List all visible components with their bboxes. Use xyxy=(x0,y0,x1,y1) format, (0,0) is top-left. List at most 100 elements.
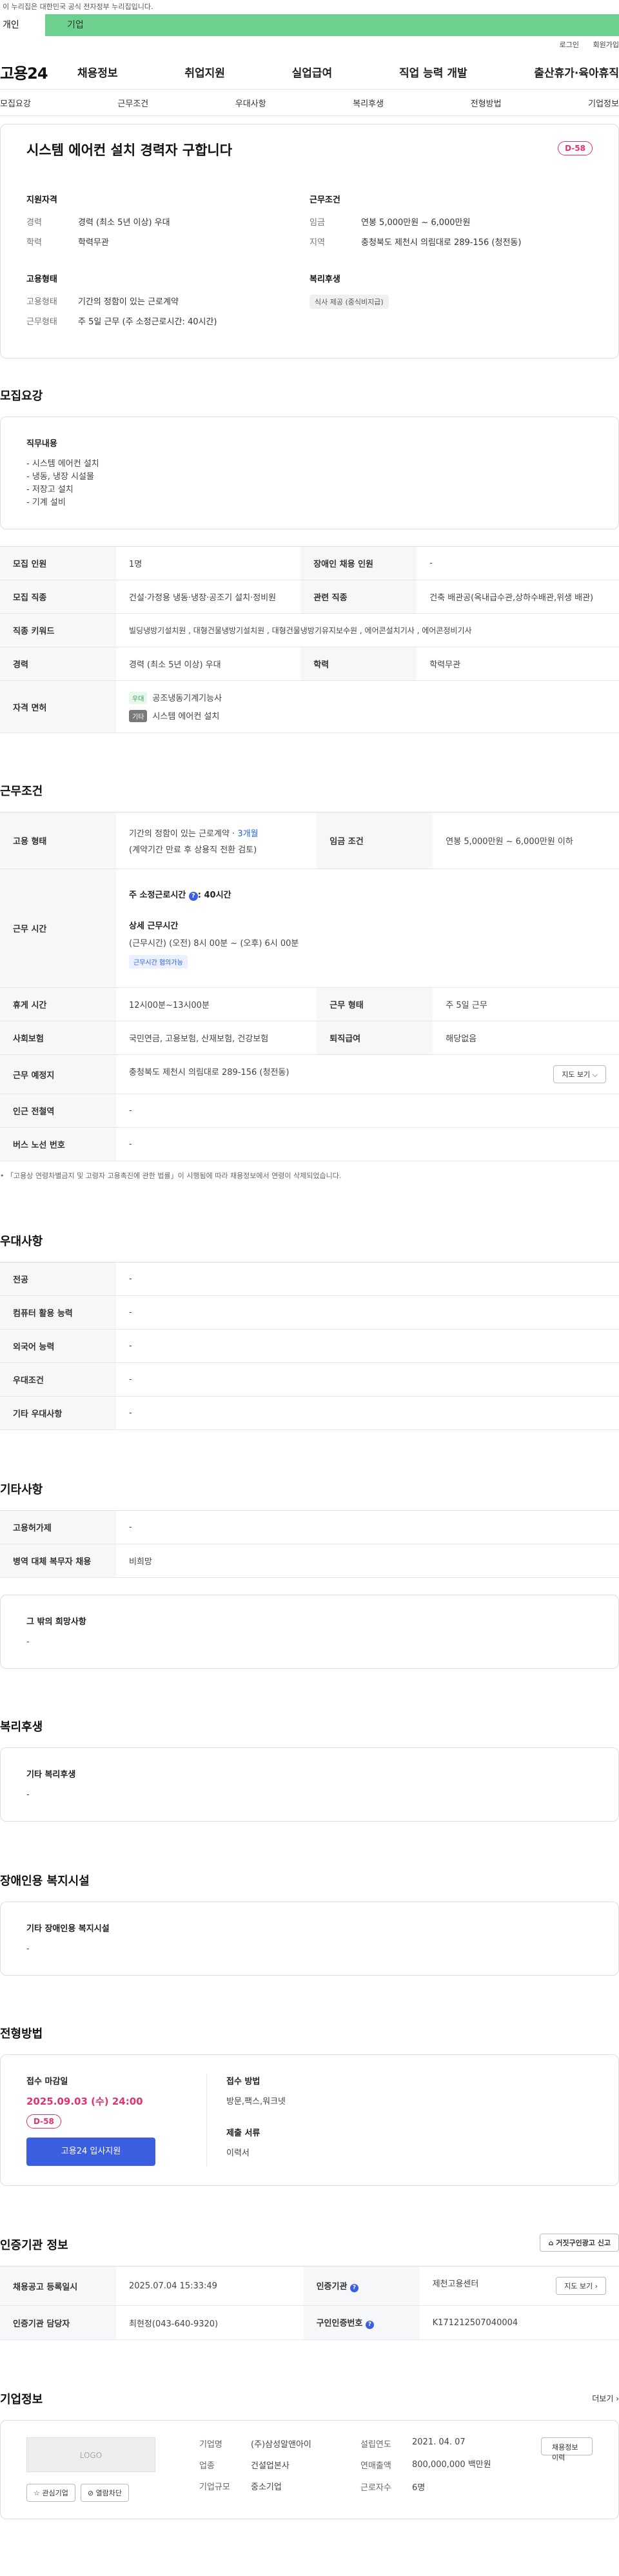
company-box: LOGO ☆ 관심기업 ⊘ 열람차단 기업명 (주)삼성알앤아이 업종 건설업본사 … xyxy=(0,2420,619,2519)
false-ad-report-button[interactable]: ⌂ 거짓구인광고 신고 xyxy=(540,2234,619,2252)
tab-selection[interactable]: 전형방법 xyxy=(471,97,502,109)
menu-item-training[interactable]: 직업 능력 개발 xyxy=(399,64,467,80)
info-label: 기업명 xyxy=(199,2440,222,2450)
cond-row: 지역 충청북도 제천시 의림대로 289-156 (청전동) xyxy=(310,235,593,248)
cell-label: 임금 조건 xyxy=(317,812,433,869)
more-link[interactable]: 더보기 › xyxy=(592,2393,619,2404)
table-row: 모집 인원 1명 장애인 채용 인원 - xyxy=(0,546,619,580)
duty-line: - 냉동, 냉장 시설물 xyxy=(26,472,94,482)
menu-item-jobs[interactable]: 채용정보 xyxy=(77,64,118,80)
cell-value: 건축 배관공(옥내급수관,상하수배관,위생 배관) xyxy=(417,580,619,614)
cell-label: 장애인 채용 인원 xyxy=(300,546,417,580)
work-address: 충청북도 제천시 의림대로 289-156 (청전동) xyxy=(129,1068,290,1077)
welfare-heading: 복리후생 xyxy=(0,1720,43,1734)
emp-note: (계약기간 만료 후 상용직 전환 검토) xyxy=(129,845,257,855)
cell-value: 12시00분~13시00분 xyxy=(116,987,317,1021)
menu-item-employment-support[interactable]: 취업지원 xyxy=(184,64,225,80)
cell-label: 인증기관 담당자 xyxy=(0,2305,116,2340)
cell-label: 경력 xyxy=(0,647,116,681)
user-type-tabs: 개인 기업 xyxy=(0,14,619,36)
table-row: 근무 시간 주 소정근로시간 ?: 40시간 상세 근무시간 (근무시간) (오… xyxy=(0,869,619,988)
deadline-date: 2025.09.03 (수) 24:00 xyxy=(26,2096,143,2107)
qualification-col: 지원자격 경력 경력 (최소 5년 이상) 우대 학력 학력무관 xyxy=(26,193,310,255)
company-title: 기업정보 xyxy=(0,2393,43,2406)
cell-value: 우대 공조냉동기계기능사 기타 시스템 에어컨 설치 xyxy=(116,680,619,733)
welfare-box: 기타 복리후생 - xyxy=(0,1747,619,1822)
cell-value: - xyxy=(116,1094,619,1128)
info-row: 업종 건설업본사 xyxy=(199,2459,335,2471)
cell-label: 자격 면허 xyxy=(0,680,116,733)
disability-box-heading: 기타 장애인용 복지시설 xyxy=(26,1924,110,1934)
license-tag: 우대 xyxy=(129,692,148,704)
apply-heading: 전형방법 xyxy=(0,2027,43,2041)
qual-row: 경력 경력 (최소 5년 이상) 우대 xyxy=(26,215,310,228)
emp-value: 기간의 정함이 있는 근로계약 xyxy=(78,297,179,307)
apply-button[interactable]: 고용24 입사지원 xyxy=(26,2138,155,2166)
company-logo: LOGO xyxy=(26,2437,155,2472)
info-value: 6명 xyxy=(412,2483,426,2493)
cell-label: 인증기관 ? xyxy=(303,2266,420,2306)
company-logo-col: LOGO ☆ 관심기업 ⊘ 열람차단 xyxy=(26,2437,155,2502)
recruit-heading: 모집요강 xyxy=(0,389,43,403)
disability-box: 기타 장애인용 복지시설 - xyxy=(0,1902,619,1976)
info-icon[interactable]: ? xyxy=(365,2321,374,2329)
disability-heading: 장애인용 복지시설 xyxy=(0,1874,90,1888)
tab-work-conditions[interactable]: 근무조건 xyxy=(117,97,148,109)
login-link[interactable]: 로그인 xyxy=(560,41,579,49)
other-wishes-box: 그 밖의 희망사항 - xyxy=(0,1595,619,1669)
job-history-button[interactable]: 채용정보 이력 xyxy=(541,2437,593,2462)
tab-company-info[interactable]: 기업정보 xyxy=(588,97,619,109)
hours-negotiable-badge: 근무시간 협의가능 xyxy=(129,955,188,968)
qual-label: 경력 xyxy=(26,218,42,228)
menu-item-unemployment[interactable]: 실업급여 xyxy=(292,64,333,80)
weekly-hours-value: : 40시간 xyxy=(197,890,231,900)
org-map-button[interactable]: 지도 보기 › xyxy=(556,2277,606,2295)
company-heading: 기업정보 더보기 › xyxy=(0,2390,619,2407)
block-company-button[interactable]: ⊘ 열람차단 xyxy=(80,2484,130,2502)
tab-preferences[interactable]: 우대사항 xyxy=(235,97,266,109)
cell-value: - xyxy=(116,1295,619,1330)
deadline-heading: 접수 마감일 xyxy=(26,2077,68,2087)
detail-hours-heading: 상세 근무시간 xyxy=(129,921,179,931)
cell-value: 최현정(043-640-9320) xyxy=(116,2305,304,2340)
tab-recruit[interactable]: 모집요강 xyxy=(0,97,31,109)
cell-value: 2025.07.04 15:33:49 xyxy=(116,2266,304,2306)
info-value: 800,000,000 백만원 xyxy=(412,2460,491,2470)
cond-row: 임금 연봉 5,000만원 ~ 6,000만원 xyxy=(310,215,593,228)
info-row: 근로자수 6명 xyxy=(360,2481,496,2493)
map-view-button[interactable]: 지도 보기 ⌵ xyxy=(553,1065,606,1083)
table-row: 직종 키워드 빌딩냉방기설치원 , 대형건물냉방기설치원 , 대형건물냉방기유지… xyxy=(0,613,619,647)
job-title: 시스템 에어컨 설치 경력자 구합니다 xyxy=(26,143,233,158)
tab-welfare[interactable]: 복리후생 xyxy=(353,97,384,109)
table-row: 컴퓨터 활용 능력 - xyxy=(0,1295,619,1330)
deadline-col: 접수 마감일 2025.09.03 (수) 24:00 D-58 고용24 입사… xyxy=(26,2074,207,2166)
info-label: 기업규모 xyxy=(199,2483,230,2492)
info-row: 연매출액 800,000,000 백만원 xyxy=(360,2459,496,2472)
favorite-company-button[interactable]: ☆ 관심기업 xyxy=(26,2484,75,2502)
info-label: 업종 xyxy=(199,2461,215,2471)
welfare-box-value: - xyxy=(26,1790,30,1800)
table-row: 전공 - xyxy=(0,1262,619,1296)
info-icon[interactable]: ? xyxy=(188,892,198,901)
cell-label: 학력 xyxy=(300,647,417,681)
duty-heading: 직무내용 xyxy=(26,439,57,449)
main-menu: 채용정보 취업지원 실업급여 직업 능력 개발 출산휴가·육아휴직 xyxy=(58,64,619,80)
tab-company[interactable]: 기업 xyxy=(45,14,619,36)
cert-org-label: 인증기관 xyxy=(316,2282,348,2292)
join-link[interactable]: 회원가입 xyxy=(593,41,619,49)
info-value: 중소기업 xyxy=(251,2483,282,2492)
site-logo[interactable]: 고용24 xyxy=(0,61,58,83)
info-icon[interactable]: ? xyxy=(349,2284,359,2292)
cell-value: 해당없음 xyxy=(433,1021,619,1055)
cell-label: 근무 시간 xyxy=(0,869,116,988)
welfare-col: 복리후생 식사 제공 (중식비지급) xyxy=(310,272,593,335)
tab-person[interactable]: 개인 xyxy=(0,14,45,36)
welfare-chip: 식사 제공 (중식비지급) xyxy=(310,295,389,309)
cell-value: 주 5일 근무 xyxy=(433,987,619,1021)
work-table: 고용 형태 기간의 정함이 있는 근로계약 · 3개월 (계약기간 만료 후 상… xyxy=(0,812,619,1161)
menu-item-leave[interactable]: 출산휴가·육아휴직 xyxy=(534,64,619,80)
apply-box: 접수 마감일 2025.09.03 (수) 24:00 D-58 고용24 입사… xyxy=(0,2054,619,2186)
cell-label: 고용허가제 xyxy=(0,1510,116,1544)
info-value: 2021. 04. 07 xyxy=(412,2437,466,2447)
dday-badge: D-58 xyxy=(558,141,593,155)
